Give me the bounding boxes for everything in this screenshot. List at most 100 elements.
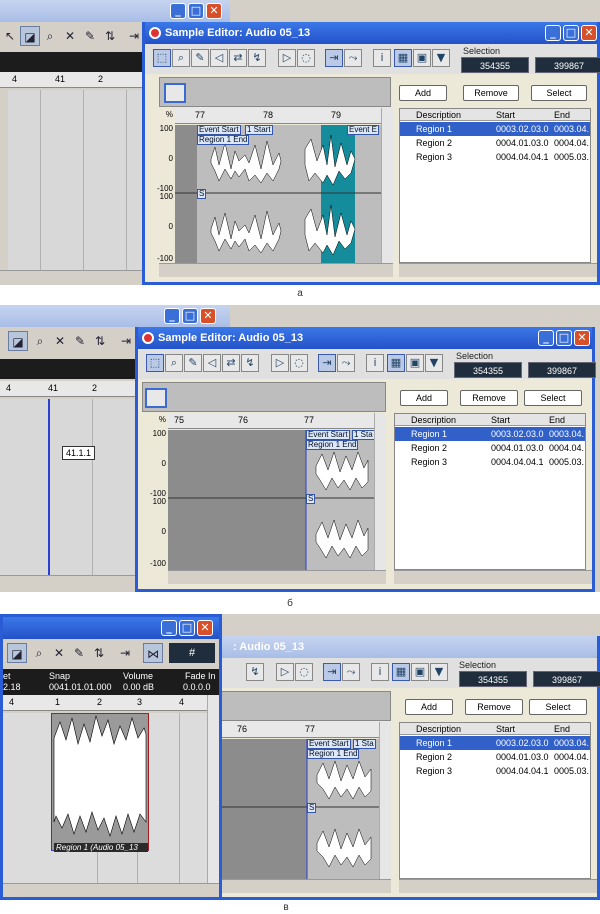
info-icon[interactable]: i: [366, 354, 384, 372]
split-tool-icon[interactable]: ⇅: [90, 331, 110, 351]
region-start-marker[interactable]: 1 Start: [245, 125, 273, 135]
show-regions-icon[interactable]: ▦: [392, 663, 410, 681]
range-tool-icon[interactable]: ◪: [8, 331, 28, 351]
region-row[interactable]: Region 3 0004.04.04.1 0005.03.: [395, 455, 585, 469]
maximize-icon[interactable]: □: [556, 330, 572, 346]
sync-point-marker[interactable]: S: [307, 803, 317, 813]
erase-tool-icon[interactable]: ✕: [60, 26, 80, 46]
close-icon[interactable]: ✕: [197, 620, 213, 636]
selection-end-field[interactable]: 399867: [528, 362, 596, 378]
selection-start-field[interactable]: 354355: [454, 362, 522, 378]
range-tool-icon[interactable]: ◪: [20, 26, 40, 46]
region-list[interactable]: Description Start End Region 1 0003.02.0…: [394, 413, 586, 570]
waveform-area[interactable]: Event Start 1 Sta Region 1 End S: [168, 430, 375, 570]
speaker-icon[interactable]: ◁: [210, 49, 228, 67]
overview-strip[interactable]: [142, 382, 386, 412]
region-start-marker[interactable]: 1 Sta: [352, 430, 375, 440]
close-icon[interactable]: ✕: [581, 25, 597, 41]
sync-point-marker[interactable]: S: [306, 494, 316, 504]
select-region-button[interactable]: Select: [524, 390, 582, 406]
erase-tool-icon[interactable]: ✕: [50, 331, 70, 351]
audio-event[interactable]: Region 1 (Audio 05_13: [51, 713, 149, 852]
info-icon[interactable]: i: [373, 49, 391, 67]
autoscroll-icon[interactable]: ⤳: [344, 49, 362, 67]
split-tool-icon[interactable]: ⇅: [89, 643, 109, 663]
selection-end-field[interactable]: 399867: [533, 671, 600, 687]
event-end-marker[interactable]: Event E: [347, 125, 380, 135]
sample-ruler[interactable]: 75 76 77: [168, 413, 386, 429]
waveform-hscroll[interactable]: [159, 263, 393, 277]
autoscroll-icon[interactable]: ⤳: [337, 354, 355, 372]
range-tool-icon[interactable]: ◪: [7, 643, 27, 663]
selection-start-field[interactable]: 354355: [461, 57, 529, 73]
add-region-button[interactable]: Add: [399, 85, 447, 101]
event-start-marker[interactable]: Event Start: [307, 739, 351, 749]
region-row[interactable]: Region 2 0004.01.03.0 0004.04.: [400, 136, 590, 150]
region-row[interactable]: Region 2 0004.01.03.0 0004.04.: [400, 750, 590, 764]
close-icon[interactable]: ✕: [200, 308, 216, 324]
zoom-icon[interactable]: ⌕: [172, 49, 190, 67]
zoom-tool-icon[interactable]: ⌕: [29, 643, 49, 663]
remove-region-button[interactable]: Remove: [460, 390, 518, 406]
snap-icon[interactable]: ⇥: [115, 643, 135, 663]
part-track-area[interactable]: Region 1 (Audio 05_13: [3, 713, 207, 883]
time-warp-icon[interactable]: ↯: [246, 663, 264, 681]
maximize-icon[interactable]: □: [563, 25, 579, 41]
waveform-area[interactable]: Event Start 1 Start Region 1 End Event E…: [175, 125, 381, 263]
region-list-hscroll[interactable]: [399, 879, 597, 893]
show-regions-icon[interactable]: ▦: [387, 354, 405, 372]
loop-icon[interactable]: ◌: [290, 354, 308, 372]
waveform-vscroll[interactable]: [381, 108, 393, 263]
maximize-icon[interactable]: □: [188, 3, 204, 19]
zoom-tool-icon[interactable]: ⌕: [40, 26, 60, 46]
show-events-icon[interactable]: ▣: [406, 354, 424, 372]
snap-zero-icon[interactable]: ⇥: [325, 49, 343, 67]
erase-tool-icon[interactable]: ✕: [49, 643, 69, 663]
region-row[interactable]: Region 3 0004.04.04.1 0005.03.: [400, 764, 590, 778]
time-warp-icon[interactable]: ↯: [241, 354, 259, 372]
remove-region-button[interactable]: Remove: [465, 699, 523, 715]
snap-to-zero-icon[interactable]: ⋈: [143, 643, 163, 663]
zoom-tool-icon[interactable]: ⌕: [30, 331, 50, 351]
funnel-icon[interactable]: ▼: [425, 354, 443, 372]
show-events-icon[interactable]: ▣: [413, 49, 431, 67]
waveform-hscroll[interactable]: [168, 570, 386, 584]
overview-strip[interactable]: [159, 77, 391, 107]
add-region-button[interactable]: Add: [400, 390, 448, 406]
part-hscroll[interactable]: [3, 883, 219, 897]
region-row[interactable]: Region 3 0004.04.04.1 0005.03.: [400, 150, 590, 164]
region-end-marker[interactable]: Region 1 End: [306, 440, 359, 450]
remove-region-button[interactable]: Remove: [463, 85, 519, 101]
zoom-icon[interactable]: ⌕: [165, 354, 183, 372]
show-events-icon[interactable]: ▣: [411, 663, 429, 681]
maximize-icon[interactable]: □: [182, 308, 198, 324]
info-icon[interactable]: i: [371, 663, 389, 681]
play-icon[interactable]: ▷: [278, 49, 296, 67]
range-select-icon[interactable]: ⬚: [153, 49, 171, 67]
time-warp-icon[interactable]: ↯: [248, 49, 266, 67]
range-select-icon[interactable]: ⬚: [146, 354, 164, 372]
snap-zero-icon[interactable]: ⇥: [318, 354, 336, 372]
play-icon[interactable]: ▷: [271, 354, 289, 372]
autoscroll-icon[interactable]: ⤳: [342, 663, 360, 681]
region-row[interactable]: Region 1 0003.02.03.0 0003.04.: [395, 427, 585, 441]
speaker-icon[interactable]: ◁: [203, 354, 221, 372]
minimize-icon[interactable]: _: [164, 308, 180, 324]
region-list[interactable]: Description Start End Region 1 0003.02.0…: [399, 108, 591, 263]
region-row[interactable]: Region 1 0003.02.03.0 0003.04.: [400, 122, 590, 136]
overview-view-frame[interactable]: [145, 388, 167, 408]
grid-display[interactable]: #: [169, 643, 215, 663]
event-start-marker[interactable]: Event Start: [197, 125, 241, 135]
pencil-tool-icon[interactable]: ✎: [69, 643, 89, 663]
sync-point-marker[interactable]: S: [197, 189, 207, 199]
pencil-icon[interactable]: ✎: [191, 49, 209, 67]
show-regions-icon[interactable]: ▦: [394, 49, 412, 67]
funnel-icon[interactable]: ▼: [430, 663, 448, 681]
minimize-icon[interactable]: _: [161, 620, 177, 636]
scrub-icon[interactable]: ⇄: [222, 354, 240, 372]
waveform-vscroll[interactable]: [379, 722, 391, 879]
region-row[interactable]: Region 2 0004.01.03.0 0004.04.: [395, 441, 585, 455]
play-icon[interactable]: ▷: [276, 663, 294, 681]
snap-icon[interactable]: ⇥: [116, 331, 136, 351]
region-list[interactable]: Description Start End Region 1 0003.02.0…: [399, 722, 591, 879]
